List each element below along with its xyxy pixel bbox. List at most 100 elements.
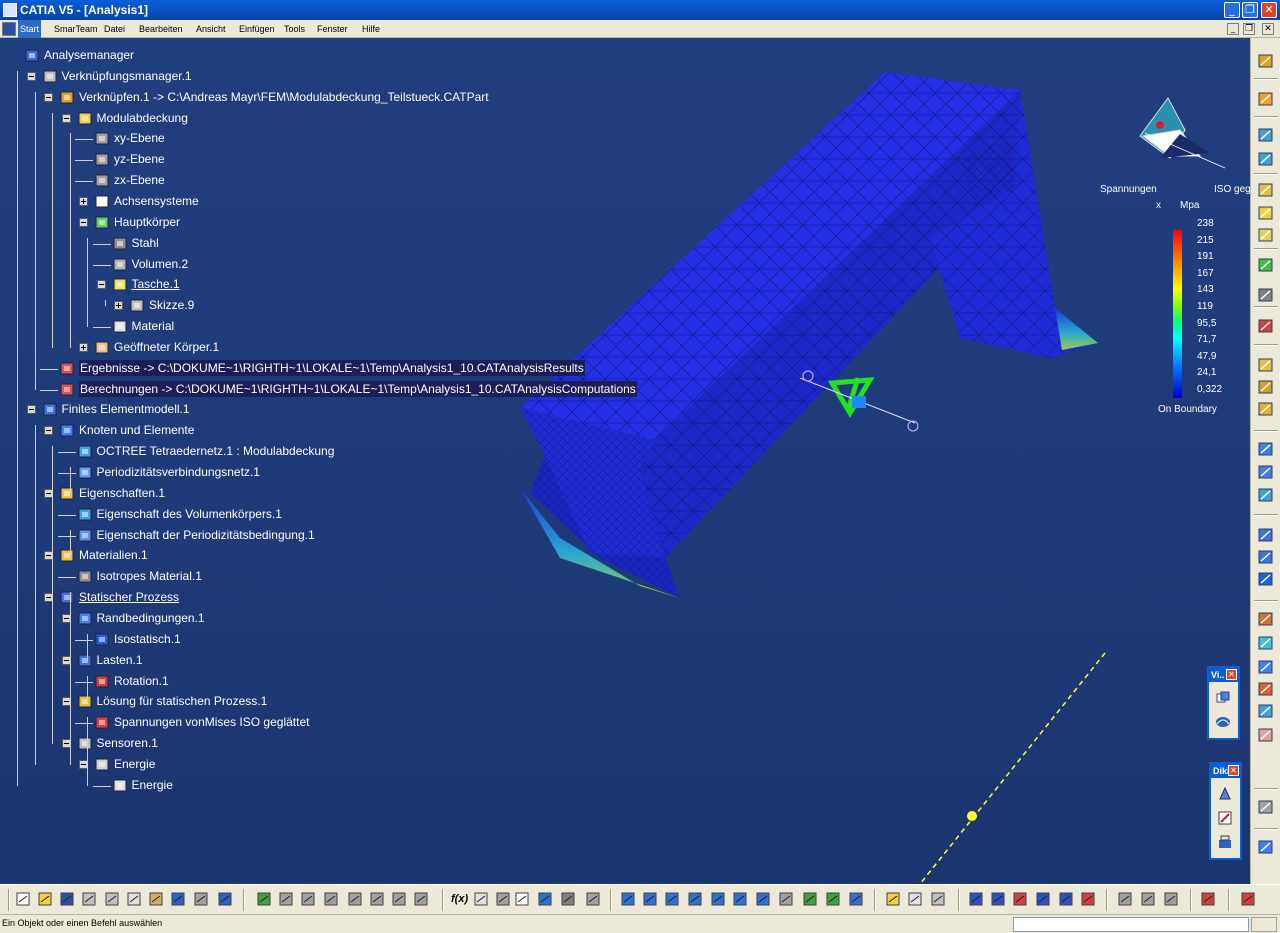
tree-node[interactable]: Materialien.1	[60, 546, 740, 564]
tree-node[interactable]: Eigenschaft des Volumenkörpers.1	[78, 505, 758, 523]
flow-icon[interactable]	[1200, 891, 1217, 908]
volume-icon[interactable]	[113, 257, 128, 272]
principal-stress-icon[interactable]	[1257, 680, 1275, 698]
tree-node[interactable]: xy-Ebene	[95, 129, 775, 147]
tree-node[interactable]: Geöffneter Körper.1	[95, 338, 775, 356]
view-toolbar-panel[interactable]: Vi.. ✕	[1207, 666, 1240, 740]
results-icon[interactable]	[1257, 463, 1275, 481]
restore-button[interactable]: ❐	[1242, 2, 1258, 18]
title-bar[interactable]: CATIA V5 - [Analysis1] _ ❐ ✕	[0, 0, 1280, 20]
tree-node[interactable]: Randbedingungen.1	[78, 609, 758, 627]
tree-node[interactable]: Spannungen vonMises ISO geglättet	[95, 713, 775, 731]
material-icon[interactable]	[113, 319, 128, 334]
specification-tree[interactable]: Analysemanager Verknüpfungsmanager.1 Verkn…	[0, 38, 700, 838]
tetra-mesh-icon[interactable]	[78, 444, 93, 459]
link-manager-icon[interactable]	[43, 69, 58, 84]
force-icon[interactable]	[1257, 400, 1275, 418]
tree-node[interactable]: Modulabdeckung	[78, 109, 758, 127]
tree-node[interactable]: Material	[113, 317, 793, 335]
catalog-icon[interactable]	[391, 891, 408, 908]
vonmises-image-icon[interactable]	[1257, 634, 1275, 652]
clamp-icon[interactable]	[1257, 526, 1275, 544]
save-icon[interactable]	[59, 891, 76, 908]
doc-close-button[interactable]: ✕	[1262, 23, 1274, 35]
tree-node[interactable]: yz-Ebene	[95, 150, 775, 168]
tree-node[interactable]: Analysemanager	[25, 46, 705, 64]
redo-icon[interactable]	[193, 891, 210, 908]
menu-einfuegen[interactable]: Einfügen	[239, 20, 275, 38]
image-layout-icon[interactable]	[1217, 834, 1233, 850]
catia-app-icon[interactable]	[3, 3, 17, 17]
steel-icon[interactable]	[113, 236, 128, 251]
surface-property-icon[interactable]	[1257, 204, 1275, 222]
pressure-icon[interactable]	[1257, 378, 1275, 396]
animation-icon[interactable]	[1257, 726, 1275, 744]
tree-node[interactable]: Statischer Prozess	[60, 588, 740, 606]
tree-expand-toggle[interactable]	[79, 196, 88, 206]
inertia-icon[interactable]	[1080, 891, 1097, 908]
manual-update-icon[interactable]	[278, 891, 295, 908]
image-toolbar-panel[interactable]: Diki ✕	[1209, 762, 1242, 860]
select-icon[interactable]	[1257, 90, 1275, 108]
sheet-icon[interactable]	[413, 891, 430, 908]
clash-icon[interactable]	[1058, 891, 1075, 908]
nodes-elements-icon[interactable]	[60, 423, 75, 438]
catia-logo-icon[interactable]	[1240, 891, 1257, 908]
tree-node[interactable]: Periodizitätsverbindungsnetz.1	[78, 463, 758, 481]
report-icon[interactable]	[1257, 798, 1275, 816]
menu-tools[interactable]: Tools	[284, 20, 305, 38]
energy-icon[interactable]	[95, 757, 110, 772]
tree-expand-toggle[interactable]	[79, 342, 88, 352]
menu-ansicht[interactable]: Ansicht	[196, 20, 226, 38]
fly-icon[interactable]	[620, 891, 637, 908]
analysis-image-icon[interactable]	[1257, 610, 1275, 628]
tree-node[interactable]: Sensoren.1	[78, 734, 758, 752]
tree-expand-toggle[interactable]	[96, 280, 106, 290]
displacement-image-icon[interactable]	[1257, 658, 1275, 676]
publish-icon[interactable]	[347, 891, 364, 908]
tree-node[interactable]: Knoten und Elemente	[60, 421, 740, 439]
fit-all-icon[interactable]	[642, 891, 659, 908]
sensors-icon[interactable]	[78, 736, 93, 751]
formula-icon[interactable]: f(x)	[451, 891, 468, 908]
tree-node[interactable]: Isotropes Material.1	[78, 567, 758, 585]
periodic-mesh-icon[interactable]	[78, 465, 93, 480]
tools-icon[interactable]	[585, 891, 602, 908]
tree-node[interactable]: Eigenschaft der Periodizitätsbedingung.1	[78, 526, 758, 544]
grid-icon[interactable]	[907, 891, 924, 908]
axis-system-icon[interactable]	[95, 194, 110, 209]
periodic-property-icon[interactable]	[78, 528, 93, 543]
anchor-icon[interactable]	[1257, 570, 1275, 588]
copy-icon[interactable]	[126, 891, 143, 908]
tree-expand-toggle[interactable]	[44, 426, 53, 436]
part-icon[interactable]	[78, 111, 93, 126]
compute-icon[interactable]	[1257, 440, 1275, 458]
tree-expand-toggle[interactable]	[26, 71, 36, 81]
pocket-icon[interactable]	[113, 277, 128, 292]
table-icon[interactable]	[514, 891, 531, 908]
stress-color-legend[interactable]: Spannungen ISO geg x Mpa 238 215 191 167 143…	[1100, 178, 1251, 418]
octree-tetra-icon[interactable]	[1257, 150, 1275, 168]
connection-icon[interactable]	[1035, 891, 1052, 908]
tree-node[interactable]: zx-Ebene	[95, 171, 775, 189]
hierarchy-icon[interactable]	[537, 891, 554, 908]
menu-fenster[interactable]: Fenster	[317, 20, 348, 38]
tree-expand-toggle[interactable]	[79, 217, 88, 227]
paste-icon[interactable]	[148, 891, 165, 908]
analysis-manager-icon[interactable]	[25, 48, 40, 63]
macro-icon[interactable]	[323, 891, 340, 908]
tree-node[interactable]: Achsensysteme	[95, 192, 775, 210]
folder-icon[interactable]	[60, 548, 75, 563]
isostatic-icon[interactable]	[95, 632, 110, 647]
lock-icon[interactable]	[560, 891, 577, 908]
restraints-icon[interactable]	[78, 611, 93, 626]
static-case-icon[interactable]	[60, 590, 75, 605]
sensor-icon[interactable]	[1257, 256, 1275, 274]
link-icon[interactable]	[60, 90, 75, 105]
tree-expand-toggle[interactable]	[44, 92, 53, 102]
solid-property-icon[interactable]	[78, 507, 93, 522]
cut-icon[interactable]	[104, 891, 121, 908]
undo-icon[interactable]	[170, 891, 187, 908]
menu-bearbeiten[interactable]: Bearbeiten	[139, 20, 183, 38]
restraint-icon[interactable]	[1257, 317, 1275, 335]
